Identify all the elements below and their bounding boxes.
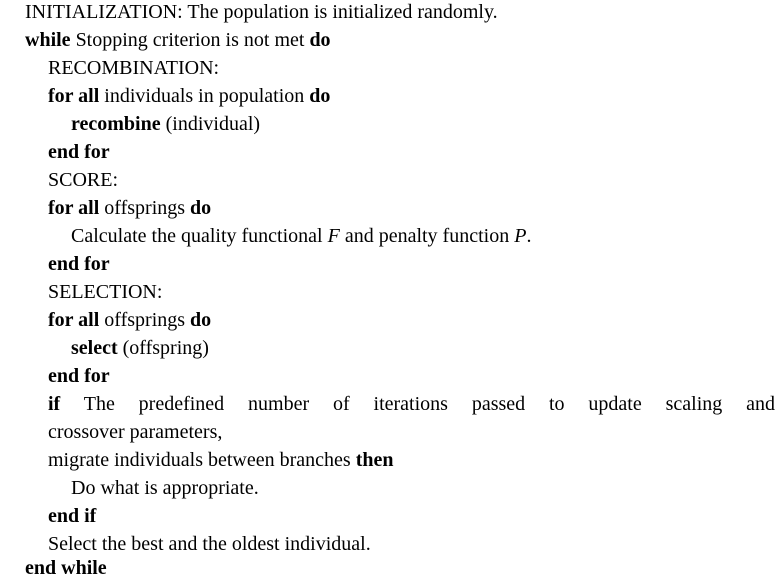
line-text: Stopping criterion is not met xyxy=(70,29,310,51)
keyword-while: while xyxy=(25,29,71,51)
keyword-select: select xyxy=(71,337,118,359)
keyword-end-for: end for xyxy=(48,253,110,275)
algo-line-for-all-offsprings-1: for all offsprings do xyxy=(48,196,211,224)
algo-line-recombine: recombine (individual) xyxy=(71,112,260,140)
algo-line-end-for-3: end for xyxy=(48,364,110,392)
line-text: The predefined number of iterations pass… xyxy=(60,393,775,415)
algo-line-end-for-2: end for xyxy=(48,252,110,280)
algo-line-calculate: Calculate the quality functional F and p… xyxy=(71,224,531,252)
keyword-end-while: end while xyxy=(25,557,107,579)
line-text: migrate individuals between branches xyxy=(48,449,356,471)
algo-line-score-label: SCORE: xyxy=(48,168,118,196)
line-text: SELECTION: xyxy=(48,281,163,303)
line-text: individuals in population xyxy=(99,85,310,107)
line-text: Calculate the quality functional xyxy=(71,225,328,247)
keyword-do: do xyxy=(309,85,331,107)
algo-line-if: if The predefined number of iterations p… xyxy=(48,392,775,420)
keyword-if: if xyxy=(48,393,61,415)
algo-line-end-while: end while xyxy=(25,556,107,584)
line-text: INITIALIZATION: The population is initia… xyxy=(25,1,498,23)
line-text: (individual) xyxy=(160,113,261,135)
line-text: offsprings xyxy=(99,197,191,219)
line-text: SCORE: xyxy=(48,169,119,191)
keyword-then: then xyxy=(355,449,394,471)
keyword-for-all: for all xyxy=(48,309,100,331)
algo-line-for-all-individuals: for all individuals in population do xyxy=(48,84,330,112)
keyword-end-if: end if xyxy=(48,505,97,527)
keyword-for-all: for all xyxy=(48,85,100,107)
line-text: and penalty function xyxy=(339,225,515,247)
keyword-end-for: end for xyxy=(48,365,110,387)
keyword-do: do xyxy=(190,197,212,219)
line-text: (offspring) xyxy=(117,337,209,359)
keyword-for-all: for all xyxy=(48,197,100,219)
algo-line-selection-label: SELECTION: xyxy=(48,280,162,308)
line-text: Do what is appropriate. xyxy=(71,477,259,499)
algo-line-if-continuation: crossover parameters, xyxy=(48,420,222,448)
algo-line-end-if: end if xyxy=(48,504,96,532)
line-text: . xyxy=(526,225,532,247)
keyword-end-for: end for xyxy=(48,141,110,163)
algo-line-select: select (offspring) xyxy=(71,336,209,364)
math-variable-f: F xyxy=(327,225,340,247)
algorithm-listing: INITIALIZATION: The population is initia… xyxy=(0,0,775,581)
algo-line-migrate: migrate individuals between branches the… xyxy=(48,448,393,476)
line-text: RECOMBINATION: xyxy=(48,57,220,79)
keyword-recombine: recombine xyxy=(71,113,161,135)
keyword-do: do xyxy=(309,29,331,51)
algo-line-end-for-1: end for xyxy=(48,140,110,168)
algo-line-do-appropriate: Do what is appropriate. xyxy=(71,476,259,504)
line-text: offsprings xyxy=(99,309,191,331)
math-variable-p: P xyxy=(514,225,527,247)
line-text: Select the best and the oldest individua… xyxy=(48,533,371,555)
algo-line-initialization: INITIALIZATION: The population is initia… xyxy=(25,0,498,28)
keyword-do: do xyxy=(190,309,212,331)
algo-line-while: while Stopping criterion is not met do xyxy=(25,28,331,56)
line-text: crossover parameters, xyxy=(48,421,223,443)
algo-line-recombination-label: RECOMBINATION: xyxy=(48,56,219,84)
algo-line-for-all-offsprings-2: for all offsprings do xyxy=(48,308,211,336)
